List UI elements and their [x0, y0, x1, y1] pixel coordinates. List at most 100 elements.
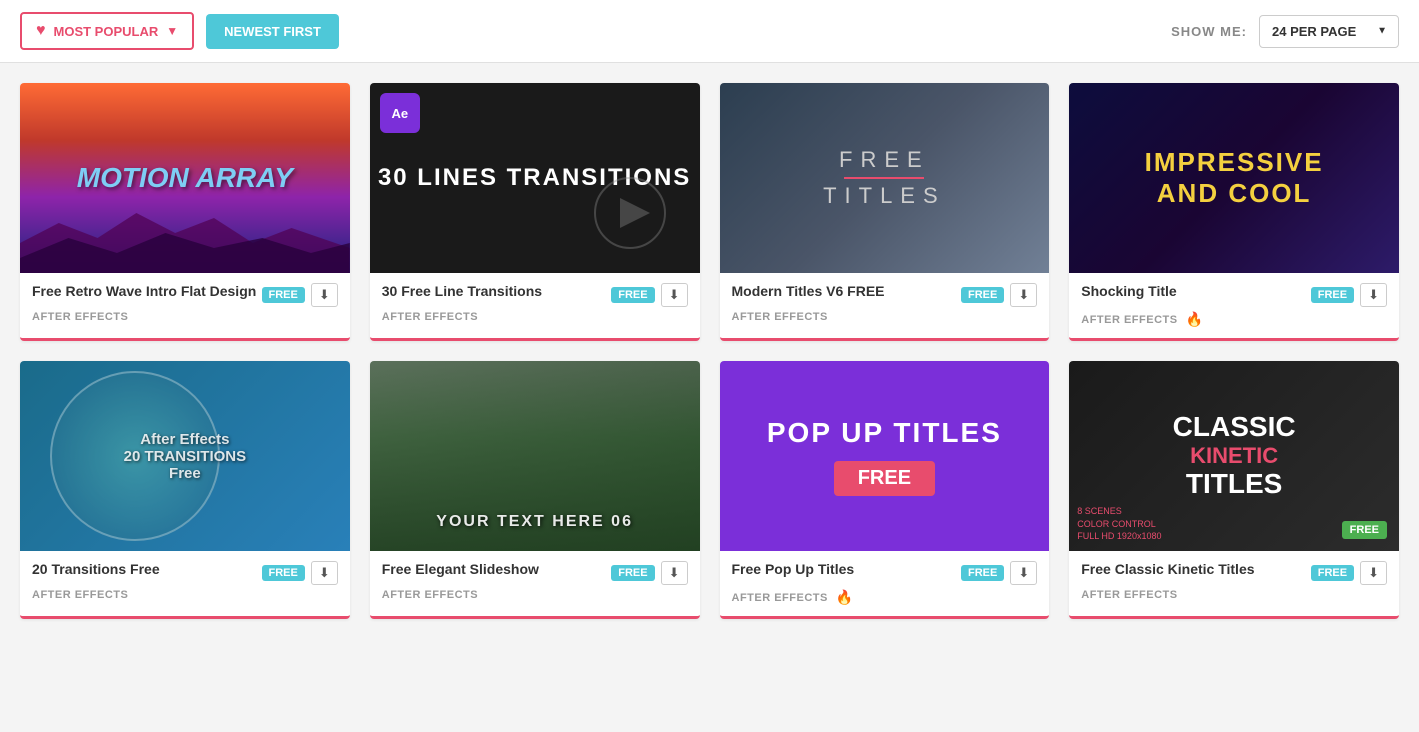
card-meta: AFTER EFFECTS 🔥 [732, 589, 1038, 606]
modern-thumb-line1: FREE [839, 147, 930, 173]
card-title: Free Elegant Slideshow [382, 561, 539, 577]
card-actions: FREE ⬇ [611, 561, 687, 585]
card-actions: FREE ⬇ [262, 561, 338, 585]
card-meta: AFTER EFFECTS [382, 589, 688, 601]
card-meta: AFTER EFFECTS [32, 311, 338, 323]
card-info: Free Retro Wave Intro Flat Design FREE ⬇… [20, 273, 350, 333]
kinetic-thumb-line3: TITLES [1173, 469, 1296, 500]
card-transitions-free[interactable]: After Effects20 TRANSITIONSFree 20 Trans… [20, 361, 350, 619]
card-info: Free Elegant Slideshow FREE ⬇ AFTER EFFE… [370, 551, 700, 611]
card-category: AFTER EFFECTS [382, 589, 478, 601]
card-actions: FREE ⬇ [1311, 561, 1387, 585]
modern-thumb-line2: TITLES [823, 183, 946, 209]
card-title: Free Pop Up Titles [732, 561, 855, 577]
retro-thumb-text: MOTION ARRAY [77, 162, 293, 194]
card-info: Free Pop Up Titles FREE ⬇ AFTER EFFECTS … [720, 551, 1050, 616]
card-info: Modern Titles V6 FREE FREE ⬇ AFTER EFFEC… [720, 273, 1050, 333]
free-badge: FREE [961, 287, 1004, 303]
download-button[interactable]: ⬇ [661, 283, 688, 307]
download-button[interactable]: ⬇ [311, 561, 338, 585]
card-actions: FREE ⬇ [1311, 283, 1387, 307]
download-button[interactable]: ⬇ [311, 283, 338, 307]
card-meta: AFTER EFFECTS 🔥 [1081, 311, 1387, 328]
card-title: Shocking Title [1081, 283, 1176, 299]
card-title: 20 Transitions Free [32, 561, 160, 577]
card-category: AFTER EFFECTS [382, 311, 478, 323]
card-thumbnail: IMPRESSIVEAND COOL [1069, 83, 1399, 273]
show-me-label: SHOW ME: [1171, 24, 1247, 39]
fire-icon: 🔥 [1186, 311, 1203, 328]
card-info: 20 Transitions Free FREE ⬇ AFTER EFFECTS [20, 551, 350, 611]
card-actions: FREE ⬇ [961, 283, 1037, 307]
download-button[interactable]: ⬇ [1360, 283, 1387, 307]
card-actions: FREE ⬇ [611, 283, 687, 307]
download-button[interactable]: ⬇ [1360, 561, 1387, 585]
kinetic-thumb-line2: KINETIC [1173, 443, 1296, 469]
heart-icon: ♥ [36, 22, 46, 40]
free-badge: FREE [611, 565, 654, 581]
shocking-thumb-text: IMPRESSIVEAND COOL [1145, 147, 1324, 209]
popular-filter-button[interactable]: ♥ MOST POPULAR ▼ [20, 12, 194, 50]
card-info: 30 Free Line Transitions FREE ⬇ AFTER EF… [370, 273, 700, 333]
free-badge: FREE [262, 565, 305, 581]
card-kinetic-titles[interactable]: CLASSIC KINETIC TITLES 8 SCENESCOLOR CON… [1069, 361, 1399, 619]
per-page-selector-wrapper: 12 PER PAGE 24 PER PAGE 48 PER PAGE [1259, 15, 1399, 48]
card-shocking-title[interactable]: IMPRESSIVEAND COOL Shocking Title FREE ⬇… [1069, 83, 1399, 341]
card-meta: AFTER EFFECTS [32, 589, 338, 601]
slideshow-thumb-text: YOUR TEXT HERE 06 [436, 513, 633, 531]
download-button[interactable]: ⬇ [1010, 283, 1037, 307]
free-badge: FREE [1311, 565, 1354, 581]
card-category: AFTER EFFECTS [1081, 314, 1177, 326]
toolbar: ♥ MOST POPULAR ▼ NEWEST FIRST SHOW ME: 1… [0, 0, 1419, 63]
kinetic-thumb-line1: CLASSIC [1173, 412, 1296, 443]
download-button[interactable]: ⬇ [1010, 561, 1037, 585]
per-page-select[interactable]: 12 PER PAGE 24 PER PAGE 48 PER PAGE [1259, 15, 1399, 48]
card-actions: FREE ⬇ [262, 283, 338, 307]
card-line-transitions[interactable]: Ae 30 LINES TRANSITIONS 30 Free Line Tra… [370, 83, 700, 341]
free-badge: FREE [611, 287, 654, 303]
ae-badge: Ae [380, 93, 420, 133]
kinetic-thumb-badge: FREE [1342, 521, 1387, 539]
transitions-thumb-text: After Effects20 TRANSITIONSFree [124, 431, 247, 482]
popup-thumb-title: POP UP TITLES [767, 417, 1002, 449]
fire-icon: 🔥 [836, 589, 853, 606]
modern-thumb-divider [844, 177, 924, 179]
card-category: AFTER EFFECTS [732, 311, 828, 323]
card-thumbnail: YOUR TEXT HERE 06 [370, 361, 700, 551]
free-badge: FREE [262, 287, 305, 303]
card-category: AFTER EFFECTS [32, 311, 128, 323]
newest-filter-button[interactable]: NEWEST FIRST [206, 14, 339, 49]
card-thumbnail: After Effects20 TRANSITIONSFree [20, 361, 350, 551]
card-grid: MOTION ARRAY Free Retro Wave Intro Flat … [0, 63, 1419, 639]
card-pop-up-titles[interactable]: POP UP TITLES FREE Free Pop Up Titles FR… [720, 361, 1050, 619]
popular-label: MOST POPULAR [54, 24, 159, 39]
kinetic-thumb-info: 8 SCENESCOLOR CONTROLFULL HD 1920x1080 [1077, 505, 1161, 543]
card-elegant-slideshow[interactable]: YOUR TEXT HERE 06 Free Elegant Slideshow… [370, 361, 700, 619]
card-category: AFTER EFFECTS [1081, 589, 1177, 601]
free-badge: FREE [1311, 287, 1354, 303]
card-info: Shocking Title FREE ⬇ AFTER EFFECTS 🔥 [1069, 273, 1399, 338]
card-title: Free Retro Wave Intro Flat Design [32, 283, 256, 299]
card-meta: AFTER EFFECTS [1081, 589, 1387, 601]
chevron-down-icon: ▼ [166, 24, 178, 38]
card-info: Free Classic Kinetic Titles FREE ⬇ AFTER… [1069, 551, 1399, 611]
card-actions: FREE ⬇ [961, 561, 1037, 585]
card-thumbnail: MOTION ARRAY [20, 83, 350, 273]
download-button[interactable]: ⬇ [661, 561, 688, 585]
free-badge: FREE [961, 565, 1004, 581]
card-title: Modern Titles V6 FREE [732, 283, 885, 299]
popup-thumb-badge: FREE [834, 461, 935, 496]
card-category: AFTER EFFECTS [732, 592, 828, 604]
newest-label: NEWEST FIRST [224, 24, 321, 39]
card-thumbnail: Ae 30 LINES TRANSITIONS [370, 83, 700, 273]
card-thumbnail: CLASSIC KINETIC TITLES 8 SCENESCOLOR CON… [1069, 361, 1399, 551]
card-retro-wave[interactable]: MOTION ARRAY Free Retro Wave Intro Flat … [20, 83, 350, 341]
card-title: 30 Free Line Transitions [382, 283, 542, 299]
card-thumbnail: POP UP TITLES FREE [720, 361, 1050, 551]
card-modern-titles[interactable]: FREE TITLES Modern Titles V6 FREE FREE ⬇… [720, 83, 1050, 341]
card-thumbnail: FREE TITLES [720, 83, 1050, 273]
card-meta: AFTER EFFECTS [382, 311, 688, 323]
card-title: Free Classic Kinetic Titles [1081, 561, 1254, 577]
card-meta: AFTER EFFECTS [732, 311, 1038, 323]
card-category: AFTER EFFECTS [32, 589, 128, 601]
